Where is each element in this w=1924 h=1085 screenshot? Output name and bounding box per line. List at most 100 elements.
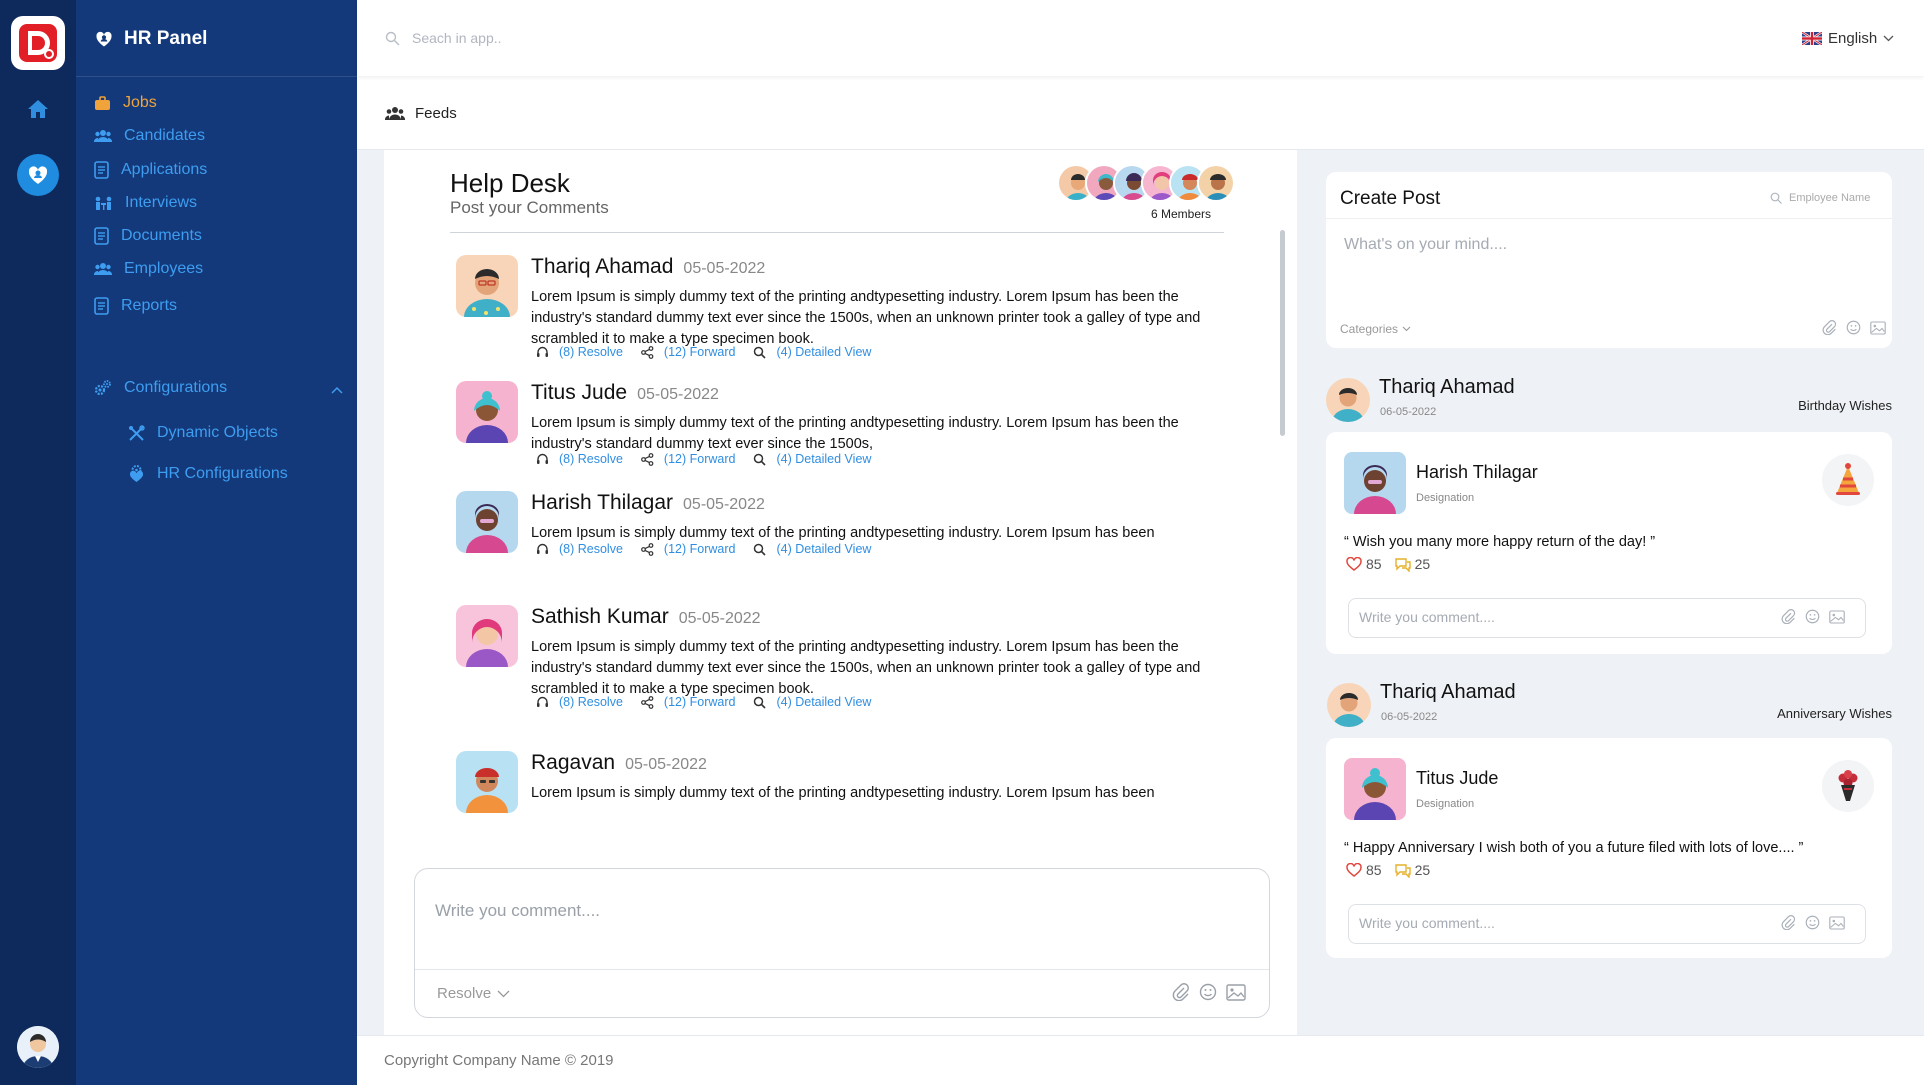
sidebar-item-reports[interactable]: Reports (94, 297, 177, 315)
comments-scrollbar[interactable] (1280, 230, 1285, 436)
sidebar-item-configurations[interactable]: Configurations (94, 379, 227, 397)
comment-text: Lorem Ipsum is simply dummy text of the … (531, 639, 1201, 697)
author-name: Sathish Kumar (531, 605, 669, 628)
search-icon (753, 346, 767, 359)
comment-tools (1781, 915, 1845, 930)
comments-button[interactable]: 25 (1394, 862, 1431, 878)
resolve-dropdown[interactable]: Resolve (437, 985, 510, 1002)
detailed-view-button[interactable]: (4) Detailed View (753, 345, 871, 359)
forward-label: (12) Forward (663, 695, 736, 709)
image-icon[interactable] (1226, 983, 1246, 1001)
chevron-up-icon[interactable] (331, 386, 343, 394)
employee-name-placeholder: Employee Name (1789, 192, 1871, 204)
resolve-label: (8) Resolve (559, 542, 623, 556)
paperclip-icon[interactable] (1822, 320, 1837, 335)
image-icon[interactable] (1870, 320, 1886, 335)
post-date: 06-05-2022 (1380, 406, 1437, 418)
hr-config-icon (128, 465, 145, 483)
wish-comment-input[interactable] (1359, 915, 1759, 931)
search-icon (1770, 192, 1782, 204)
poster-name: Thariq Ahamad (1379, 376, 1515, 398)
employee-name-search[interactable]: Employee Name (1770, 192, 1870, 204)
resolve-button[interactable]: (8) Resolve (536, 452, 623, 466)
wish-type: Birthday Wishes (1798, 398, 1892, 413)
wish-comment-box (1348, 598, 1866, 638)
avatar (1344, 758, 1406, 820)
wish-person-name: Titus Jude (1416, 768, 1499, 788)
paperclip-icon[interactable] (1781, 915, 1796, 930)
resolve-button[interactable]: (8) Resolve (536, 345, 623, 359)
composer-divider (415, 969, 1269, 970)
hr-panel-icon[interactable] (17, 154, 59, 196)
resolve-label: (8) Resolve (559, 695, 623, 709)
comment-date: 05-05-2022 (683, 260, 766, 277)
paperclip-icon[interactable] (1172, 983, 1190, 1001)
help-desk-panel: Help Desk Post your Comments 6 Members T… (384, 150, 1297, 1035)
forward-button[interactable]: (12) Forward (641, 345, 735, 359)
avatar (456, 381, 518, 443)
paperclip-icon[interactable] (1781, 609, 1796, 624)
resolve-label: (8) Resolve (559, 345, 623, 359)
poster-name: Thariq Ahamad (1380, 681, 1516, 703)
forward-button[interactable]: (12) Forward (641, 695, 736, 709)
comments-count: 25 (1414, 862, 1431, 878)
comment-text: Lorem Ipsum is simply dummy text of the … (531, 415, 1179, 452)
forward-label: (12) Forward (663, 542, 736, 556)
emoji-icon[interactable] (1846, 320, 1861, 335)
sidebar-item-documents[interactable]: Documents (94, 227, 202, 245)
emoji-icon[interactable] (1199, 983, 1217, 1001)
search-input[interactable] (412, 30, 712, 46)
sidebar: HR Panel Jobs Candidates Applications In… (76, 0, 357, 1085)
comment-author: Thariq Ahamad 05-05-2022 (531, 255, 765, 279)
emoji-icon[interactable] (1805, 609, 1820, 624)
sidebar-item-candidates[interactable]: Candidates (94, 127, 205, 145)
search-icon (753, 453, 767, 466)
categories-dropdown[interactable]: Categories (1340, 322, 1411, 336)
home-icon[interactable] (26, 98, 50, 120)
post-text-input[interactable] (1344, 236, 1844, 296)
anniversary-wish-card: Titus Jude Designation “ Happy Anniversa… (1326, 738, 1892, 958)
image-icon[interactable] (1829, 915, 1845, 930)
app-logo[interactable] (11, 16, 65, 70)
wish-person-name: Harish Thilagar (1416, 462, 1538, 482)
document-icon (94, 161, 109, 179)
detailed-view-label: (4) Detailed View (776, 695, 872, 709)
user-avatar[interactable] (17, 1026, 59, 1068)
members-count: 6 Members (1151, 207, 1212, 221)
member-avatars[interactable] (1057, 164, 1235, 202)
sidebar-item-label: Candidates (124, 127, 205, 144)
sidebar-item-applications[interactable]: Applications (94, 161, 207, 179)
chat-icon (1394, 863, 1411, 878)
sidebar-item-dynamic-objects[interactable]: Dynamic Objects (128, 424, 278, 442)
image-icon[interactable] (1829, 609, 1845, 624)
comment-text: Lorem Ipsum is simply dummy text of the … (531, 785, 1155, 801)
like-button[interactable]: 85 (1346, 556, 1382, 572)
wish-comment-input[interactable] (1359, 609, 1759, 625)
search-icon (385, 31, 400, 46)
sidebar-item-interviews[interactable]: Interviews (94, 194, 197, 212)
detailed-view-button[interactable]: (4) Detailed View (753, 542, 871, 556)
sidebar-item-employees[interactable]: Employees (94, 260, 203, 278)
avatar (1344, 452, 1406, 514)
headset-icon (536, 543, 549, 556)
comment-input[interactable] (435, 901, 1235, 941)
detailed-view-button[interactable]: (4) Detailed View (753, 695, 871, 709)
comments-button[interactable]: 25 (1394, 556, 1430, 572)
search-bar (385, 30, 712, 46)
comment-date: 05-05-2022 (678, 610, 761, 627)
like-button[interactable]: 85 (1346, 862, 1382, 878)
resolve-button[interactable]: (8) Resolve (536, 542, 623, 556)
language-selector[interactable]: English (1802, 30, 1894, 47)
post-tools (1822, 320, 1886, 335)
likes-count: 85 (1366, 862, 1382, 878)
sidebar-item-hr-configurations[interactable]: HR Configurations (128, 465, 288, 483)
forward-button[interactable]: (12) Forward (641, 452, 735, 466)
emoji-icon[interactable] (1805, 915, 1820, 930)
sidebar-item-jobs[interactable]: Jobs (94, 94, 157, 112)
forward-button[interactable]: (12) Forward (641, 542, 736, 556)
detailed-view-button[interactable]: (4) Detailed View (753, 452, 871, 466)
share-icon (641, 345, 654, 359)
resolve-button[interactable]: (8) Resolve (536, 695, 623, 709)
gears-icon (94, 379, 112, 397)
comment-date: 05-05-2022 (625, 756, 707, 773)
